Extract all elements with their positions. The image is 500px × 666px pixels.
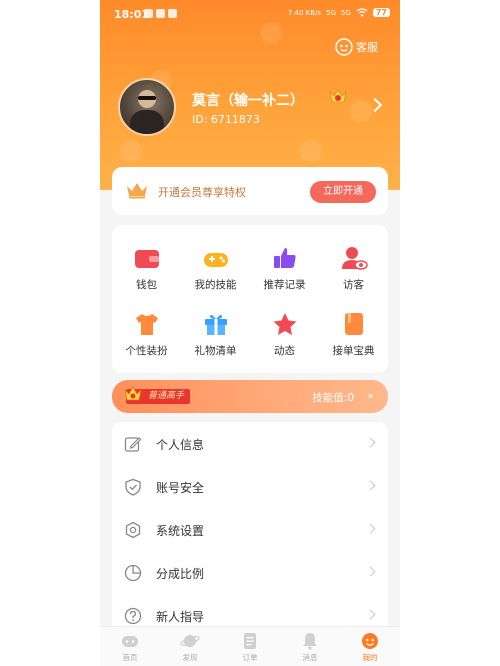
feature-grid: 钱包 我的技能 推荐记录 访客 个性装扮 礼物清单 动态 接单宝典 xyxy=(112,225,388,373)
skill-level-bar[interactable]: 普通高手 技能值:0 » xyxy=(112,380,388,413)
notification-icon xyxy=(144,9,153,18)
rank-badge-icon xyxy=(124,386,142,401)
star-icon xyxy=(273,312,296,335)
user-name: 莫言（输一补二） xyxy=(192,93,304,109)
grid-label: 礼物清单 xyxy=(194,344,237,357)
notification-icon xyxy=(168,9,177,18)
home-icon xyxy=(122,635,138,647)
service-label: 客服 xyxy=(356,41,378,54)
book-icon xyxy=(344,312,363,335)
chevron-right-icon[interactable] xyxy=(367,97,383,113)
profile-icon xyxy=(362,632,378,649)
tab-label: 我的 xyxy=(362,652,378,662)
open-vip-button[interactable]: 立即开通 xyxy=(310,181,376,203)
tab-label: 发现 xyxy=(182,652,198,662)
notification-icon xyxy=(156,9,165,18)
chevron-right-icon xyxy=(365,566,376,577)
shield-icon xyxy=(125,478,141,496)
signal-5g-2: 5G xyxy=(340,8,351,17)
tab-mine[interactable]: 我的 xyxy=(340,627,400,666)
avatar[interactable] xyxy=(118,78,176,136)
menu-label: 个人信息 xyxy=(156,438,205,452)
tab-discover[interactable]: 发现 xyxy=(160,627,220,666)
phone-screen: 18:01 7.40 KB/s 5G 5G 77 客服 莫言（输一补二） ID:… xyxy=(100,0,400,666)
tab-label: 订单 xyxy=(242,652,258,662)
grid-item-personal-outfit[interactable]: 个性装扮 xyxy=(112,301,181,367)
edit-icon xyxy=(124,437,142,452)
status-indicators: 7.40 KB/s 5G 5G 77 xyxy=(288,8,390,17)
double-chevron-icon: » xyxy=(367,389,374,402)
net-speed: 7.40 KB/s xyxy=(287,8,322,17)
skill-value: 技能值:0 xyxy=(312,392,354,404)
grid-label: 推荐记录 xyxy=(263,278,306,291)
grid-label: 我的技能 xyxy=(194,278,237,291)
pie-icon xyxy=(124,564,142,582)
wifi-icon xyxy=(356,8,368,17)
settings-menu: 个人信息 账号安全 系统设置 分成比例 新人指导 xyxy=(112,422,388,632)
customer-service-button[interactable]: 客服 xyxy=(335,38,378,56)
grid-item-order-guide[interactable]: 接单宝典 xyxy=(319,301,388,367)
signal-5g: 5G xyxy=(326,8,336,17)
grid-item-gift-list[interactable]: 礼物清单 xyxy=(181,301,250,367)
decor-dot xyxy=(300,140,322,162)
menu-label: 新人指导 xyxy=(156,610,205,624)
visitor-icon xyxy=(341,246,368,270)
planet-icon xyxy=(180,634,200,647)
gamepad-icon xyxy=(203,252,228,267)
grid-item-moments[interactable]: 动态 xyxy=(250,301,319,367)
chevron-right-icon xyxy=(365,437,376,448)
tab-label: 消息 xyxy=(302,652,318,662)
grid-item-my-skills[interactable]: 我的技能 xyxy=(181,235,250,301)
tab-home[interactable]: 首页 xyxy=(100,627,160,666)
menu-label: 系统设置 xyxy=(156,524,205,538)
tab-messages[interactable]: 消息 xyxy=(280,627,340,666)
thumbs-up-icon xyxy=(273,247,296,268)
decor-dot xyxy=(120,140,142,162)
menu-label: 账号安全 xyxy=(156,481,205,495)
headset-icon xyxy=(335,38,353,56)
menu-item-commission-ratio[interactable]: 分成比例 xyxy=(112,551,388,594)
vip-banner[interactable]: 开通会员尊享特权 立即开通 xyxy=(112,167,388,215)
grid-label: 钱包 xyxy=(136,278,157,291)
user-id: ID: 6711873 xyxy=(192,113,260,126)
chevron-right-icon xyxy=(365,523,376,534)
tab-orders[interactable]: 订单 xyxy=(220,627,280,666)
status-bar: 18:01 7.40 KB/s 5G 5G 77 xyxy=(100,0,400,30)
tshirt-icon xyxy=(135,313,158,335)
profile-header[interactable]: 莫言（输一补二） ID: 6711873 xyxy=(118,76,386,140)
bottom-tab-bar: 首页 发现 订单 消息 我的 xyxy=(100,626,400,666)
chevron-right-icon xyxy=(365,609,376,620)
battery-indicator: 77 xyxy=(372,8,390,17)
bell-icon xyxy=(303,632,317,650)
crown-icon xyxy=(127,183,147,199)
wallet-icon xyxy=(134,249,159,268)
menu-label: 分成比例 xyxy=(156,567,205,581)
gift-icon xyxy=(204,314,227,335)
grid-label: 动态 xyxy=(274,344,295,357)
grid-label: 个性装扮 xyxy=(125,344,168,357)
tab-label: 首页 xyxy=(122,652,138,662)
order-icon xyxy=(244,632,256,649)
notification-icons xyxy=(144,9,177,18)
grid-label: 接单宝典 xyxy=(332,344,375,357)
menu-item-personal-info[interactable]: 个人信息 xyxy=(112,422,388,465)
chevron-right-icon xyxy=(365,480,376,491)
menu-item-system-settings[interactable]: 系统设置 xyxy=(112,508,388,551)
help-icon xyxy=(124,607,142,625)
menu-item-account-security[interactable]: 账号安全 xyxy=(112,465,388,508)
level-badge-icon xyxy=(329,89,347,103)
vip-text: 开通会员尊享特权 xyxy=(158,186,246,199)
grid-item-recommend-records[interactable]: 推荐记录 xyxy=(250,235,319,301)
grid-label: 访客 xyxy=(343,278,364,291)
grid-item-wallet[interactable]: 钱包 xyxy=(112,235,181,301)
grid-item-visitors[interactable]: 访客 xyxy=(319,235,388,301)
gear-icon xyxy=(125,521,141,539)
